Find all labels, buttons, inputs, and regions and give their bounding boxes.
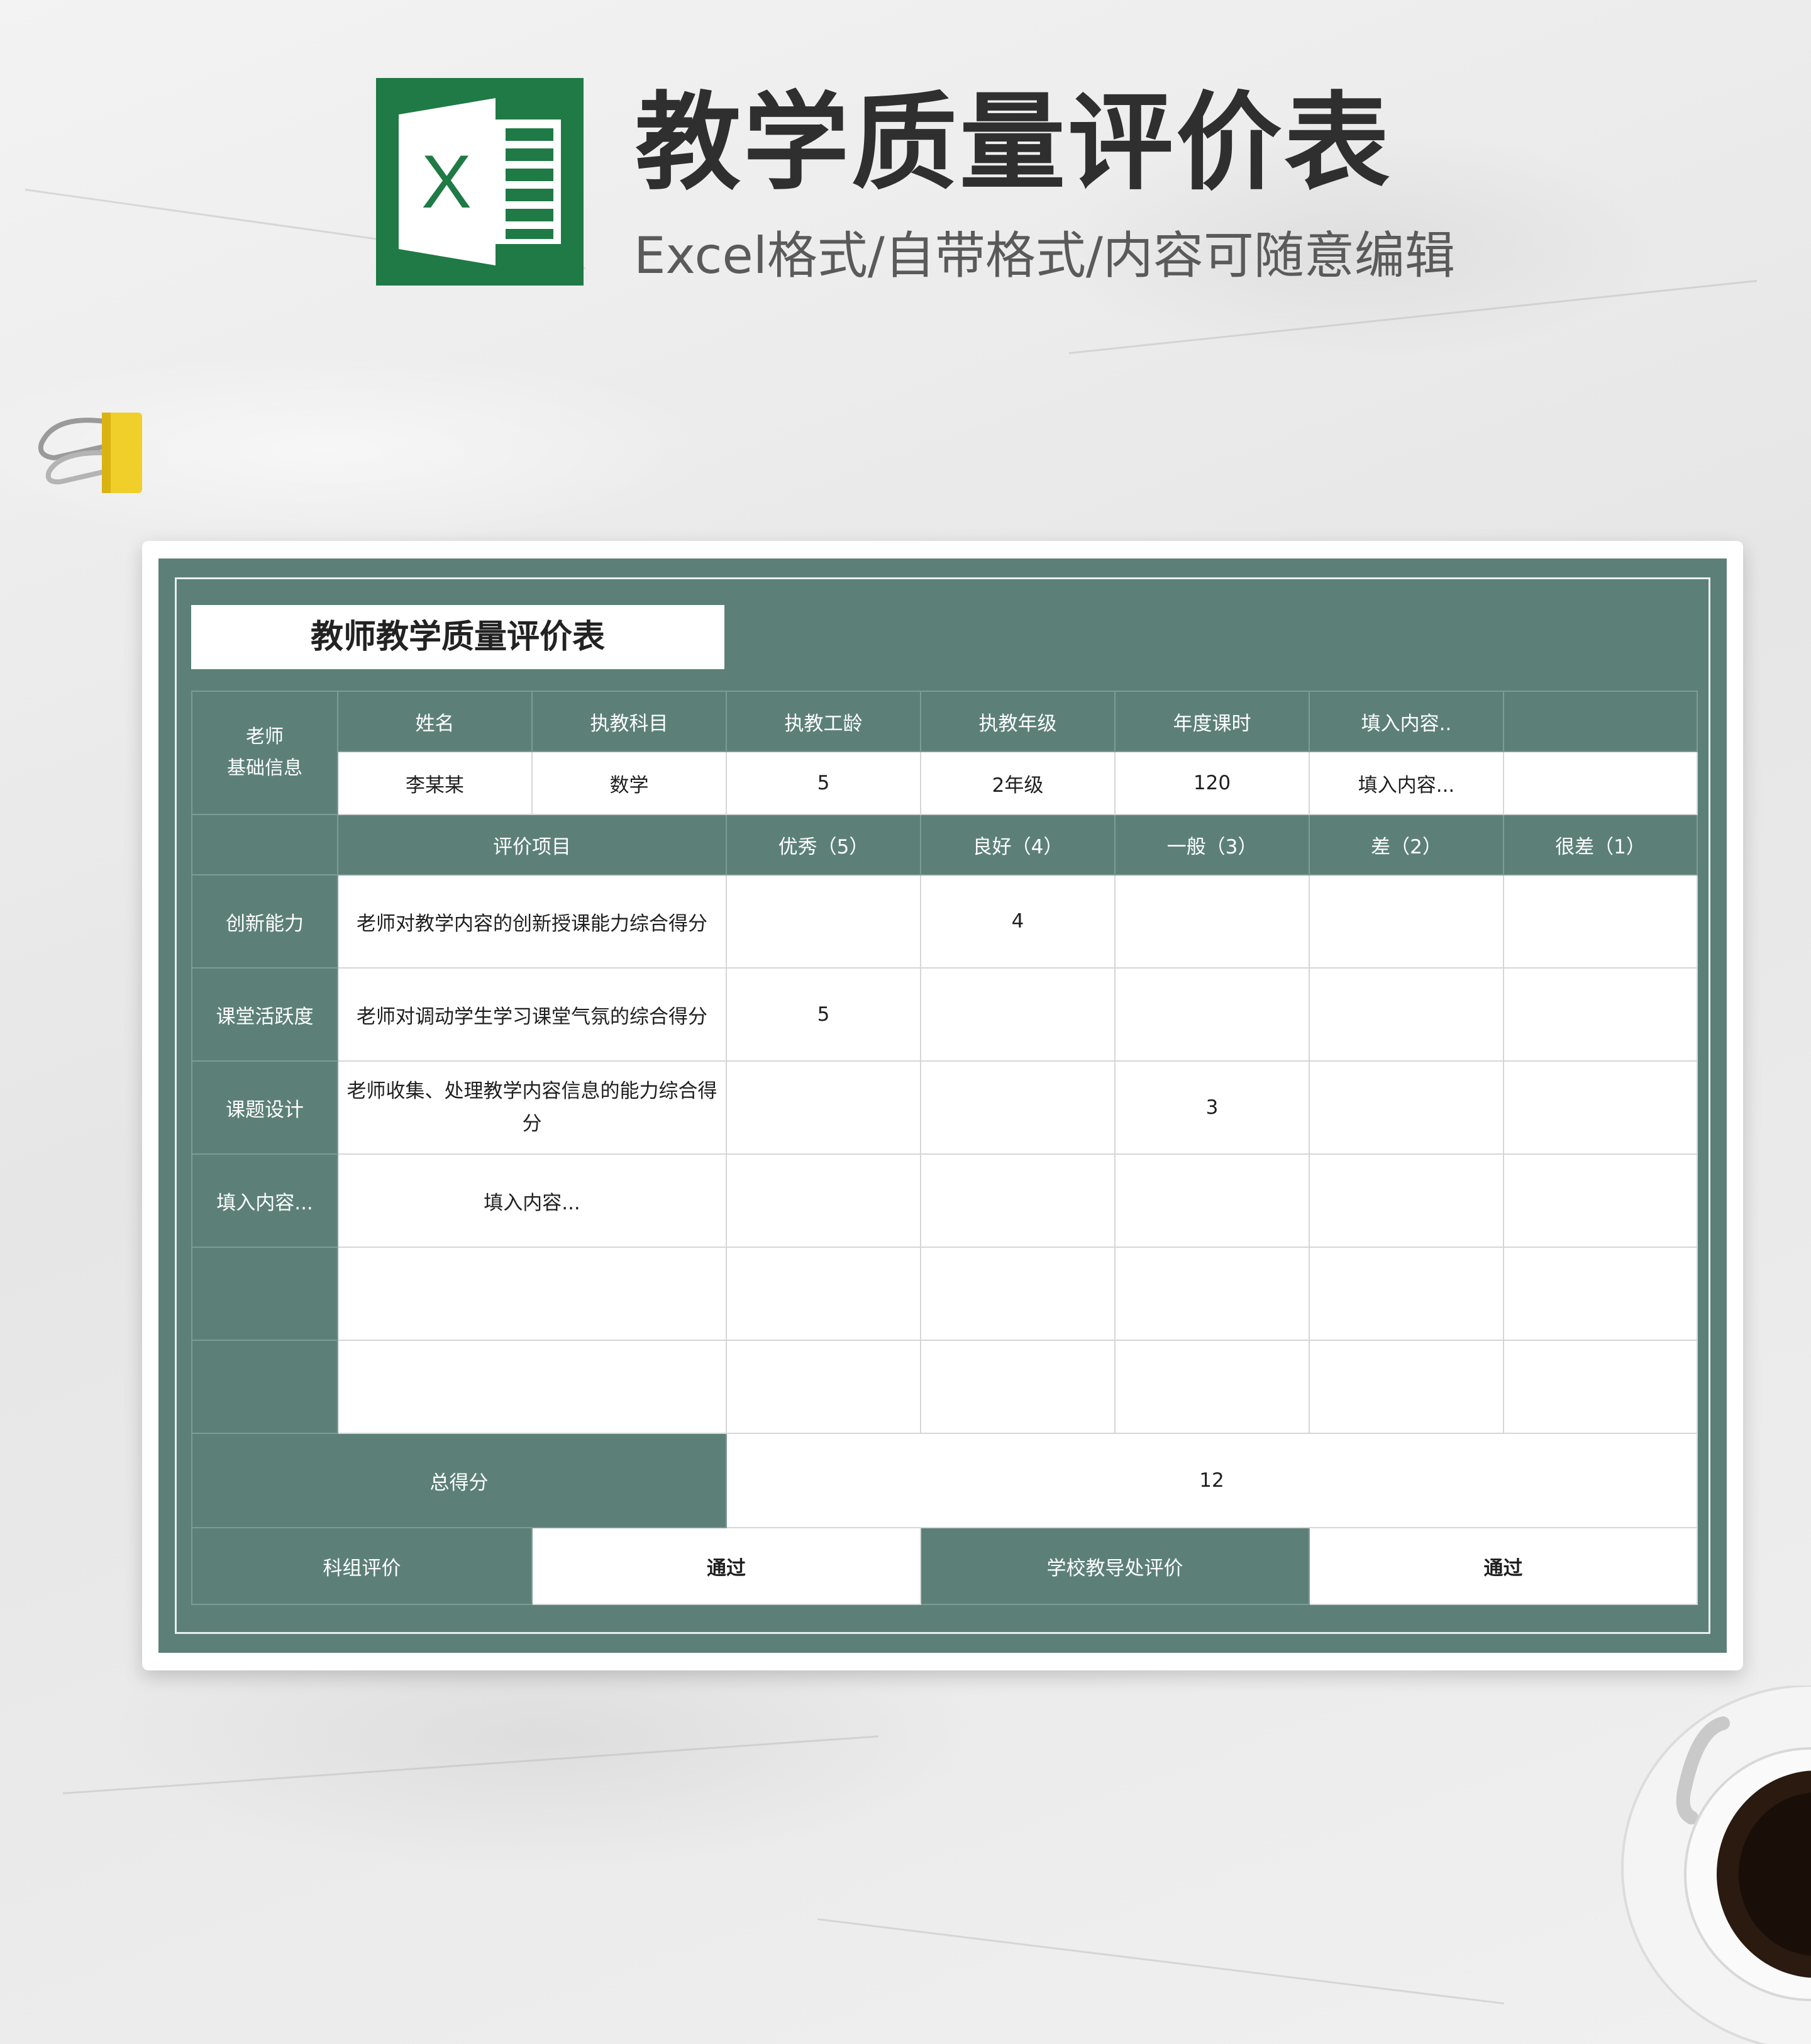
total-score-label: 总得分 — [191, 1433, 727, 1528]
score-cell[interactable] — [1309, 1153, 1504, 1248]
score-cell[interactable] — [726, 1153, 921, 1248]
eval-header-average: 一般（3） — [1114, 814, 1310, 875]
score-cell[interactable] — [726, 874, 921, 969]
eval-item[interactable]: 老师对教学内容的创新授课能力综合得分 — [337, 874, 727, 969]
score-cell[interactable]: 4 — [920, 874, 1116, 969]
table-row: 创新能力 老师对教学内容的创新授课能力综合得分 4 — [191, 874, 1698, 969]
eval-category — [191, 1247, 338, 1341]
marble-vein — [62, 1735, 878, 1794]
page-subtitle: Excel格式/自带格式/内容可随意编辑 — [634, 226, 1455, 285]
score-cell[interactable] — [726, 1340, 921, 1434]
excel-logo-icon: X — [376, 78, 584, 286]
group-eval-value[interactable]: 通过 — [531, 1527, 921, 1605]
info-header-name: 姓名 — [337, 691, 533, 752]
score-cell[interactable] — [1503, 1153, 1698, 1248]
info-header-blank — [1503, 691, 1698, 752]
score-cell[interactable] — [1503, 874, 1698, 969]
table-row: 课题设计 老师收集、处理教学内容信息的能力综合得分 3 — [191, 1060, 1698, 1155]
score-cell[interactable] — [1309, 967, 1504, 1062]
evaluation-table: 老师 基础信息 姓名 执教科目 执教工龄 执教年级 年度课时 填入内容.. 李某… — [191, 691, 1698, 1605]
binder-clip-icon — [38, 413, 142, 493]
score-cell[interactable] — [920, 1153, 1116, 1248]
eval-category: 课题设计 — [191, 1060, 338, 1155]
marble-vein — [817, 1918, 1504, 2005]
eval-category: 创新能力 — [191, 874, 338, 969]
score-cell[interactable] — [920, 1247, 1116, 1341]
info-header-subject: 执教科目 — [531, 691, 727, 752]
total-score-value[interactable]: 12 — [726, 1433, 1698, 1528]
score-cell[interactable] — [726, 1060, 921, 1155]
group-eval-label: 科组评价 — [191, 1527, 533, 1605]
score-cell[interactable]: 5 — [726, 967, 921, 1062]
marble-vein — [1068, 280, 1758, 354]
score-cell[interactable] — [920, 967, 1116, 1062]
score-cell[interactable] — [1114, 1153, 1310, 1248]
score-cell[interactable] — [1114, 1340, 1310, 1434]
score-cell[interactable] — [1309, 1060, 1504, 1155]
score-cell[interactable] — [920, 1340, 1116, 1434]
eval-category: 课堂活跃度 — [191, 967, 338, 1062]
info-value-hours[interactable]: 120 — [1114, 751, 1310, 815]
score-cell[interactable] — [1114, 967, 1310, 1062]
table-row — [191, 1247, 1698, 1341]
score-cell[interactable] — [920, 1060, 1116, 1155]
eval-header-poor: 差（2） — [1309, 814, 1504, 875]
eval-header-good: 良好（4） — [920, 814, 1116, 875]
teacher-info-label: 老师 基础信息 — [191, 691, 338, 815]
info-header-grade: 执教年级 — [920, 691, 1116, 752]
score-cell[interactable] — [1503, 1247, 1698, 1341]
school-eval-label: 学校教导处评价 — [920, 1527, 1310, 1605]
info-value-name[interactable]: 李某某 — [337, 751, 533, 815]
eval-header-item: 评价项目 — [337, 814, 727, 875]
table-row — [191, 1340, 1698, 1434]
eval-header-corner — [191, 814, 338, 875]
table-row: 填入内容... 填入内容... — [191, 1153, 1698, 1248]
info-header-years: 执教工龄 — [726, 691, 921, 752]
score-cell[interactable] — [726, 1247, 921, 1341]
info-header-custom: 填入内容.. — [1309, 691, 1504, 752]
eval-item[interactable] — [337, 1247, 727, 1341]
info-value-subject[interactable]: 数学 — [531, 751, 727, 815]
score-cell[interactable] — [1309, 874, 1504, 969]
eval-item[interactable]: 老师对调动学生学习课堂气氛的综合得分 — [337, 967, 727, 1062]
info-header-hours: 年度课时 — [1114, 691, 1310, 752]
score-cell[interactable] — [1503, 967, 1698, 1062]
score-cell[interactable] — [1114, 874, 1310, 969]
score-cell[interactable] — [1309, 1340, 1504, 1434]
info-value-blank[interactable] — [1503, 751, 1698, 815]
info-value-grade[interactable]: 2年级 — [920, 751, 1116, 815]
eval-item[interactable]: 填入内容... — [337, 1153, 727, 1248]
info-value-years[interactable]: 5 — [726, 751, 921, 815]
score-cell[interactable] — [1114, 1247, 1310, 1341]
coffee-cup-icon — [1621, 1686, 1811, 2044]
score-cell[interactable]: 3 — [1114, 1060, 1310, 1155]
school-eval-value[interactable]: 通过 — [1309, 1527, 1698, 1605]
sheet-title: 教师教学质量评价表 — [191, 605, 724, 669]
page-title: 教学质量评价表 — [635, 81, 1392, 204]
svg-text:X: X — [421, 140, 472, 224]
info-value-custom[interactable]: 填入内容... — [1309, 751, 1504, 815]
eval-header-very-poor: 很差（1） — [1503, 814, 1698, 875]
score-cell[interactable] — [1309, 1247, 1504, 1341]
table-row: 课堂活跃度 老师对调动学生学习课堂气氛的综合得分 5 — [191, 967, 1698, 1062]
score-cell[interactable] — [1503, 1340, 1698, 1434]
eval-item[interactable]: 老师收集、处理教学内容信息的能力综合得分 — [337, 1060, 727, 1155]
eval-category — [191, 1340, 338, 1434]
score-cell[interactable] — [1503, 1060, 1698, 1155]
eval-category: 填入内容... — [191, 1153, 338, 1248]
eval-header-excellent: 优秀（5） — [726, 814, 921, 875]
eval-item[interactable] — [337, 1340, 727, 1434]
